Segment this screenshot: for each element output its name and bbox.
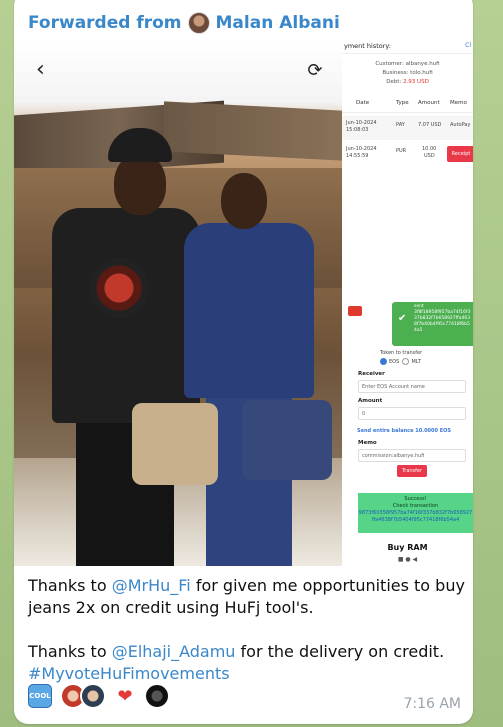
back-arrow-icon: ‹ bbox=[36, 57, 45, 82]
token-label: Token to transfer bbox=[380, 350, 423, 356]
message-photo[interactable]: ‹ ⟳ yment history: Cl Customer: albanye.… bbox=[14, 38, 473, 566]
radio-mlt bbox=[402, 358, 410, 365]
success-box: Success! Check transaction 9873f60358f95… bbox=[358, 493, 473, 533]
token-mlt: MLT bbox=[411, 359, 421, 365]
text-segment: Thanks to bbox=[28, 642, 112, 661]
mention-mrhu-fi[interactable]: @MrHu_Fi bbox=[112, 576, 191, 595]
send-entire-balance-link: Send entire balance 10.0000 EOS bbox=[357, 428, 452, 434]
buy-ram-title: Buy RAM bbox=[387, 543, 428, 552]
cool-reaction-icon[interactable]: COOL bbox=[28, 684, 52, 708]
success-title: Success! bbox=[404, 496, 427, 502]
message-line-2: jeans 2x on credit using HuFj tool's. bbox=[28, 598, 314, 617]
stall-roof-2 bbox=[164, 101, 342, 161]
row-time: 14:55:59 bbox=[346, 153, 369, 159]
forwarded-header[interactable]: Forwarded from Malan Albani bbox=[28, 12, 340, 34]
radio-eos bbox=[380, 358, 387, 365]
payment-history-link: Cl bbox=[465, 42, 471, 49]
message-line-1: Thanks to @MrHu_Fi for given me opportun… bbox=[28, 575, 465, 597]
divider bbox=[342, 112, 473, 113]
reactor-avatar bbox=[144, 683, 170, 709]
reactions-bar: COOL ❤ bbox=[28, 683, 170, 709]
row-memo: AutoPay bbox=[450, 122, 471, 128]
person-1-head bbox=[114, 153, 166, 215]
message-bubble[interactable]: Forwarded from Malan Albani ‹ ⟳ yment hi… bbox=[14, 0, 473, 724]
forwarded-prefix: Forwarded from bbox=[28, 13, 182, 33]
table-row: Jun-10-2024 15:08:03 PAY 7.07 USD AutoPa… bbox=[342, 116, 473, 140]
row-amount: 10.00 bbox=[422, 146, 437, 152]
col-type: Type bbox=[396, 100, 409, 106]
amount-label: Amount bbox=[358, 398, 383, 404]
col-memo: Memo bbox=[450, 100, 467, 106]
mention-elhaji-adamu[interactable]: @Elhaji_Adamu bbox=[112, 642, 236, 661]
shirt-logo bbox=[89, 258, 149, 318]
cool-reactors[interactable] bbox=[60, 683, 106, 709]
row-date: Jun-10-2024 bbox=[346, 120, 377, 126]
heart-reactors[interactable] bbox=[144, 683, 170, 709]
debt-value: 2.93 USD bbox=[403, 79, 429, 85]
row-type: PAY bbox=[396, 122, 405, 128]
person-2-body bbox=[184, 223, 314, 398]
rotate-icon: ⟳ bbox=[307, 60, 323, 81]
debt-info: Debt: 2.93 USD bbox=[342, 78, 473, 87]
android-navbar: ■ ● ◀ bbox=[397, 556, 418, 563]
receiver-label: Receiver bbox=[358, 371, 385, 377]
message-text: Thanks to @MrHu_Fi for given me opportun… bbox=[28, 575, 465, 685]
check-icon: ✔ bbox=[398, 313, 407, 324]
transfer-button: Transfer bbox=[397, 465, 427, 477]
text-segment: for given me opportunities to buy bbox=[190, 576, 465, 595]
toast-notification: ✔ sent 3f8f18958f957ba74f16f337b832f7b65… bbox=[392, 302, 473, 346]
row-time: 15:08:03 bbox=[346, 127, 369, 133]
col-date: Date bbox=[356, 100, 370, 106]
text-segment: Thanks to bbox=[28, 576, 112, 595]
toast-hash: 3f8f18958f957ba74f16f337b832f7b658927ffa… bbox=[414, 310, 471, 333]
debt-label: Debt: bbox=[386, 79, 404, 85]
forward-source-avatar[interactable] bbox=[187, 12, 210, 34]
receipt-button: Receipt bbox=[447, 146, 473, 162]
row-type: PUR bbox=[396, 148, 407, 154]
amount-input: 0 bbox=[358, 407, 466, 420]
wallet-icon bbox=[348, 306, 362, 316]
col-amount: Amount bbox=[418, 100, 440, 106]
token-options: EOS MLT bbox=[380, 358, 421, 365]
table-row: Jun-10-2024 14:55:59 PUR 10.00 USD Recei… bbox=[342, 142, 473, 166]
person-2-head bbox=[221, 173, 267, 229]
divider bbox=[342, 53, 473, 54]
memo-input: commission:albanye.hufi bbox=[358, 449, 466, 462]
jeans-blue bbox=[242, 400, 332, 480]
token-eos: EOS bbox=[389, 359, 400, 365]
message-timestamp: 7:16 AM bbox=[403, 696, 461, 712]
row-amount-unit: USD bbox=[424, 153, 435, 159]
message-line-3: Thanks to @Elhaji_Adamu for the delivery… bbox=[28, 641, 458, 663]
memo-label: Memo bbox=[358, 440, 377, 446]
photo-scene: ‹ ⟳ bbox=[14, 38, 342, 566]
phone-screenshot: yment history: Cl Customer: albanye.hufi… bbox=[342, 38, 473, 566]
jeans-beige bbox=[132, 403, 218, 485]
tx-hash: 9873f60358f957ba74f16f337b832f7b658927ff… bbox=[358, 510, 473, 523]
text-segment: for the delivery on credit. bbox=[235, 642, 445, 661]
hashtag-link[interactable]: #MyvoteHuFimovements bbox=[28, 663, 458, 685]
row-amount: 7.07 USD bbox=[418, 122, 442, 128]
business-info: Business: tolo.hufi bbox=[382, 70, 433, 76]
check-transaction: Check transaction bbox=[392, 503, 439, 509]
forward-source-name[interactable]: Malan Albani bbox=[216, 13, 340, 33]
customer-info: Customer: albanye.hufi bbox=[375, 61, 440, 67]
payment-history-title: yment history: bbox=[344, 42, 391, 50]
reactor-avatar bbox=[80, 683, 106, 709]
row-date: Jun-10-2024 bbox=[346, 146, 377, 152]
heart-fire-reaction-icon[interactable]: ❤ bbox=[114, 685, 136, 707]
receiver-input: Enter EOS Account name bbox=[358, 380, 466, 393]
